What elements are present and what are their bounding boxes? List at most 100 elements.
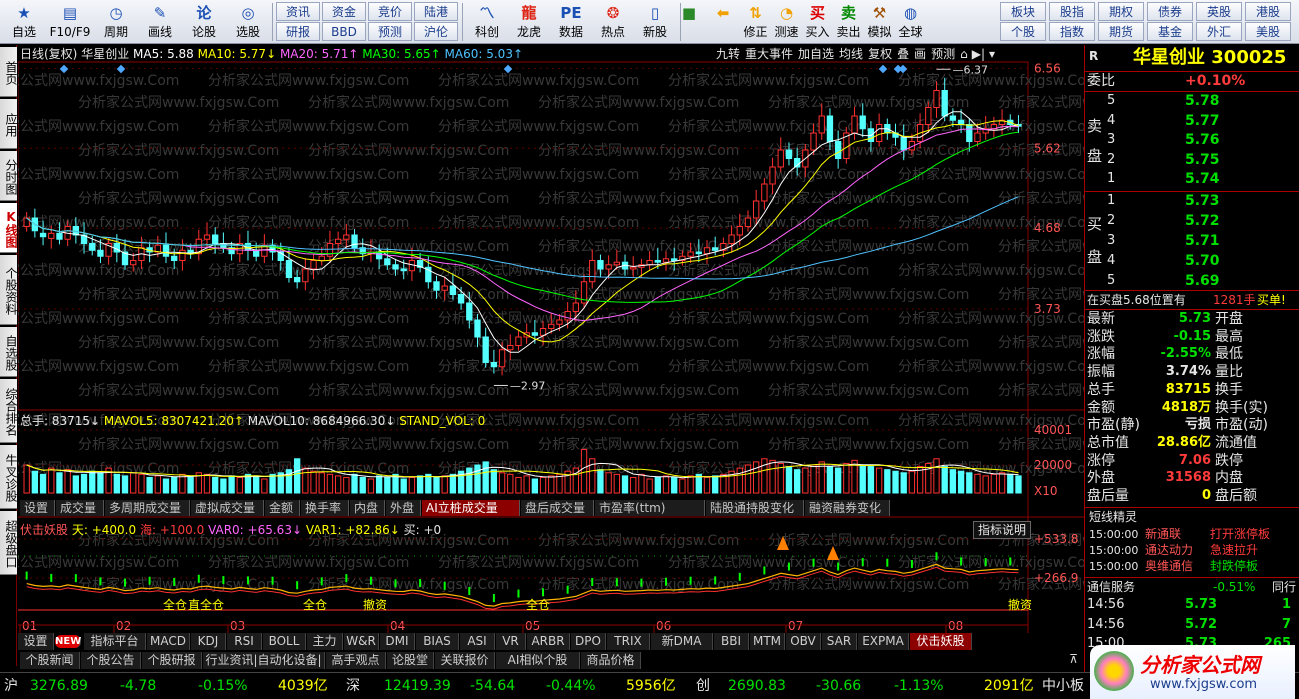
sector-peers[interactable]: 同行: [1272, 578, 1296, 596]
news-tab-4[interactable]: 高手观点: [326, 652, 386, 669]
formula-tab-8[interactable]: W&R: [344, 633, 379, 650]
formula-tab-0[interactable]: 设置: [18, 633, 54, 650]
indicator-tab-0[interactable]: 设置: [20, 500, 55, 516]
toolbar-market-button[interactable]: 板块: [1000, 2, 1046, 21]
news-tab-2[interactable]: 个股研报: [142, 652, 202, 669]
indicator-tab-3[interactable]: 虚拟成交量: [191, 500, 264, 516]
toolbar-updown-button[interactable]: ⇅ 修正: [740, 1, 771, 43]
formula-tab-12[interactable]: VR: [496, 633, 526, 650]
toolbar-market-button[interactable]: 基金: [1147, 22, 1193, 41]
toolbar-color-grid-button[interactable]: ■: [672, 1, 706, 43]
left-tab-6[interactable]: 综合排名: [0, 379, 18, 443]
toolbar-grid-button[interactable]: BBD: [322, 22, 366, 41]
formula-tab-19[interactable]: OBV: [786, 633, 821, 650]
news-tab-1[interactable]: 个股公告: [81, 652, 141, 669]
event-marker-icon[interactable]: [878, 64, 888, 74]
news-tab-3[interactable]: 行业资讯|自动化设备|: [203, 652, 325, 669]
formula-tab-3[interactable]: MACD: [147, 633, 190, 650]
kline-chart[interactable]: 分析家公式网www.fxjgsw.Com 分析家公式网www.fxjgsw.Com…: [18, 45, 1084, 635]
formula-tab-14[interactable]: DPO: [571, 633, 606, 650]
sell-price[interactable]: 5.74: [1185, 170, 1220, 188]
toolbar-market-button[interactable]: 期权: [1098, 2, 1144, 21]
formula-tab-21[interactable]: EXPMA: [858, 633, 909, 650]
elf-stock[interactable]: 新通联: [1145, 527, 1181, 542]
left-tab-8[interactable]: 超级盘口: [0, 511, 18, 575]
toolbar-chart-button[interactable]: 〽科创: [466, 1, 508, 43]
indicator-tab-6[interactable]: 内盘: [350, 500, 385, 516]
event-marker-icon[interactable]: [116, 64, 126, 74]
indicator-help-button[interactable]: 指标说明: [973, 521, 1032, 539]
elf-stock[interactable]: 奥维通信: [1145, 559, 1193, 574]
toolbar-globe-button[interactable]: ◍ 全球: [895, 1, 926, 43]
sell-price[interactable]: 5.77: [1185, 112, 1220, 130]
formula-tab-10[interactable]: BIAS: [416, 633, 459, 650]
left-tab-4[interactable]: 个股资料: [0, 255, 18, 325]
formula-tab-22[interactable]: 伏击妖股: [910, 633, 972, 650]
elf-stock[interactable]: 通达动力: [1145, 543, 1193, 558]
news-tab-6[interactable]: 关联报价: [435, 652, 495, 669]
next-arrow-icon[interactable]: ▶|: [972, 47, 985, 61]
toolbar-star-button[interactable]: ★ 自选: [2, 1, 46, 43]
toolbar-comment-button[interactable]: 论论股: [182, 1, 226, 43]
formula-tab-9[interactable]: DMI: [380, 633, 415, 650]
toolbar-pe-button[interactable]: PE 数据: [550, 1, 592, 43]
chart-tool-3[interactable]: 均线: [839, 47, 863, 61]
toolbar-market-button[interactable]: 个股: [1000, 22, 1046, 41]
chart-tool-2[interactable]: 加自选: [798, 47, 834, 61]
formula-tab-2[interactable]: 指标平台: [84, 633, 146, 650]
sell-price[interactable]: 5.75: [1185, 151, 1220, 169]
toolbar-newstock-button[interactable]: ▯ 新股: [634, 1, 676, 43]
sell-price[interactable]: 5.76: [1185, 131, 1220, 149]
indicator-tab-4[interactable]: 金额: [265, 500, 300, 516]
indicator-tab-7[interactable]: 外盘: [386, 500, 421, 516]
indicator-tab-8[interactable]: AI立桩成交量: [422, 500, 520, 516]
formula-tab-15[interactable]: TRIX: [607, 633, 650, 650]
left-tab-2[interactable]: 分时图: [0, 151, 18, 201]
toolbar-pencil-button[interactable]: ✎ 画线: [138, 1, 182, 43]
toolbar-grid-button[interactable]: 陆港: [414, 2, 458, 21]
left-tab-1[interactable]: 应用: [0, 99, 18, 149]
toolbar-grid-button[interactable]: 沪伦: [414, 22, 458, 41]
toolbar-buy-button[interactable]: 买买入: [802, 1, 833, 43]
buy-price[interactable]: 5.69: [1185, 272, 1220, 290]
formula-tab-4[interactable]: KDJ: [191, 633, 226, 650]
chart-tool-5[interactable]: 叠: [897, 47, 909, 61]
toolbar-grid-button[interactable]: 资讯: [276, 2, 320, 21]
toolbar-clock-button[interactable]: ◔ 测速: [771, 1, 802, 43]
formula-tab-17[interactable]: BBI: [714, 633, 749, 650]
toolbar-market-button[interactable]: 美股: [1245, 22, 1291, 41]
sector-label[interactable]: 通信服务: [1087, 578, 1135, 596]
toolbar-grid-button[interactable]: 资金: [322, 2, 366, 21]
formula-tab-13[interactable]: ARBR: [527, 633, 570, 650]
toolbar-table-button[interactable]: ▤ F10/F9: [46, 1, 94, 43]
chart-tool-7[interactable]: 预测: [931, 47, 955, 61]
toolbar-grid-button[interactable]: 研报: [276, 22, 320, 41]
event-marker-icon[interactable]: [59, 64, 69, 74]
expand-panel-icon[interactable]: ⊼: [1069, 652, 1078, 666]
left-tab-7[interactable]: 牛叉诊股: [0, 445, 18, 509]
left-tab-0[interactable]: 首页: [0, 47, 18, 97]
left-tab-5[interactable]: 自选股: [0, 327, 18, 377]
formula-tab-11[interactable]: ASI: [460, 633, 495, 650]
event-marker-icon[interactable]: [503, 64, 513, 74]
board-button[interactable]: 中小板: [1042, 676, 1084, 696]
formula-tab-16[interactable]: 新DMA: [651, 633, 713, 650]
toolbar-hot-button[interactable]: ❂ 热点: [592, 1, 634, 43]
lock-icon[interactable]: ⌂: [960, 47, 968, 61]
formula-tab-20[interactable]: SAR: [822, 633, 857, 650]
event-marker-icon[interactable]: [898, 64, 908, 74]
buy-price[interactable]: 5.72: [1185, 212, 1220, 230]
toolbar-period-button[interactable]: ◷ 周期: [94, 1, 138, 43]
indicator-tab-12[interactable]: 融资融券变化: [805, 500, 890, 516]
indicator-tab-1[interactable]: 成交量: [56, 500, 104, 516]
left-tab-3[interactable]: K线图: [0, 203, 18, 253]
toolbar-market-button[interactable]: 港股: [1245, 2, 1291, 21]
sell-price[interactable]: 5.78: [1185, 92, 1220, 110]
toolbar-dragon-button[interactable]: 龍龙虎: [508, 1, 550, 43]
toolbar-radar-button[interactable]: ◎ 选股: [226, 1, 270, 43]
indicator-tab-10[interactable]: 市盈率(ttm): [595, 500, 705, 516]
news-tab-7[interactable]: AI相似个股: [496, 652, 580, 669]
indicator-tab-11[interactable]: 陆股通持股变化: [706, 500, 804, 516]
chart-tool-0[interactable]: 九转: [716, 47, 740, 61]
news-tab-5[interactable]: 论股堂: [387, 652, 434, 669]
